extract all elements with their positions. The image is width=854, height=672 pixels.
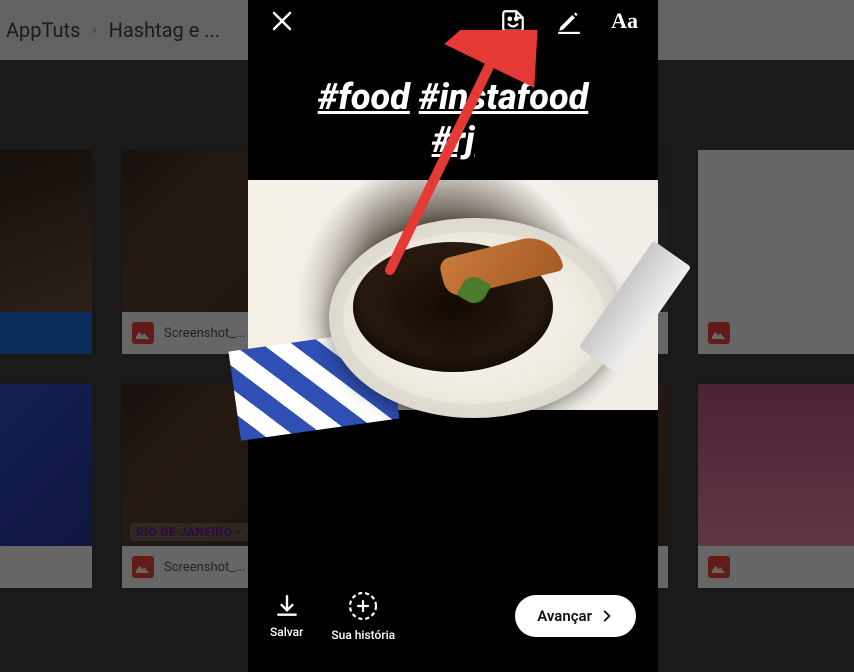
your-story-button[interactable]: Sua história	[331, 590, 395, 642]
advance-button[interactable]: Avançar	[515, 595, 636, 637]
image-icon	[708, 322, 730, 344]
hashtag-1: #food	[318, 76, 410, 118]
save-label: Salvar	[270, 625, 303, 639]
breadcrumb-site[interactable]: AppTuts	[6, 18, 80, 42]
gallery-thumb[interactable]: 201...	[0, 384, 92, 588]
chevron-right-icon: ›	[92, 22, 96, 38]
draw-icon[interactable]	[555, 7, 583, 35]
close-button[interactable]	[268, 7, 296, 35]
hashtag-3: #rj	[432, 119, 475, 161]
image-icon	[708, 556, 730, 578]
save-button[interactable]: Salvar	[270, 593, 303, 639]
gallery-thumb[interactable]	[698, 150, 854, 354]
editor-toolbar: Aa	[248, 0, 658, 42]
sticker-icon[interactable]	[499, 7, 527, 35]
hashtag-2: #instafood	[419, 76, 589, 118]
image-icon	[132, 556, 154, 578]
gallery-thumb[interactable]	[698, 384, 854, 588]
story-photo[interactable]	[248, 180, 658, 410]
rio-banner: RIO DE JANEIRO - ...	[130, 523, 263, 541]
image-icon	[132, 322, 154, 344]
your-story-label: Sua história	[331, 628, 395, 642]
thumb-label: Screenshot_...	[164, 560, 245, 575]
story-editor: Aa #food #instafood #rj Salvar	[248, 0, 658, 672]
hashtag-overlay[interactable]: #food #instafood #rj	[248, 42, 658, 180]
gallery-thumb[interactable]: 201...	[0, 150, 92, 354]
advance-label: Avançar	[537, 607, 592, 625]
text-tool-button[interactable]: Aa	[611, 8, 638, 34]
thumb-label: Screenshot_...	[164, 326, 245, 341]
editor-bottom-bar: Salvar Sua história Avançar	[248, 574, 658, 672]
breadcrumb-page[interactable]: Hashtag e ...	[109, 18, 220, 42]
